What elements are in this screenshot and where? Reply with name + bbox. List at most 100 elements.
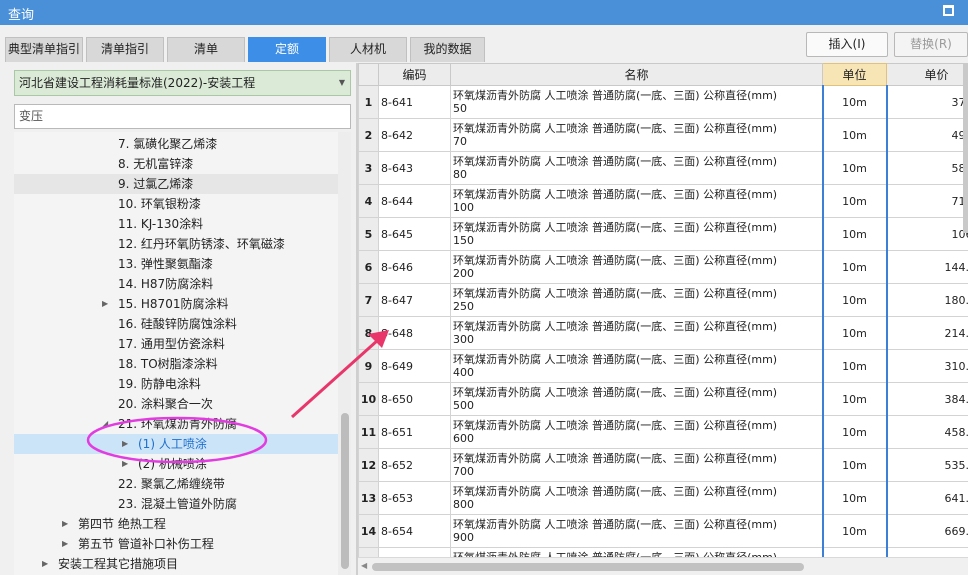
- grid-horizontal-scrollbar[interactable]: ◀: [358, 557, 968, 575]
- tree-node[interactable]: ▶ 第五节 管道补口补伤工程: [14, 534, 338, 554]
- table-row[interactable]: 2 8-642 环氧煤沥青外防腐 人工喷涂 普通防腐(一底、三面) 公称直径(mm)…: [358, 118, 968, 152]
- tree-scrollbar[interactable]: [338, 132, 351, 575]
- price-cell[interactable]: 384.86: [886, 382, 968, 416]
- unit-cell[interactable]: 10m: [821, 217, 888, 251]
- price-cell[interactable]: 49.75: [886, 118, 968, 152]
- code-cell[interactable]: 8-652: [378, 448, 451, 482]
- tree-node[interactable]: 23. 混凝土管道外防腐: [14, 494, 338, 514]
- name-cell[interactable]: 环氧煤沥青外防腐 人工喷涂 普通防腐(一底、三面) 公称直径(mm) 200: [450, 250, 823, 284]
- table-row[interactable]: 6 8-646 环氧煤沥青外防腐 人工喷涂 普通防腐(一底、三面) 公称直径(mm)…: [358, 250, 968, 284]
- code-cell[interactable]: 8-646: [378, 250, 451, 284]
- tree-scrollbar-thumb[interactable]: [341, 413, 349, 569]
- row-number-cell[interactable]: 3: [358, 151, 379, 185]
- unit-cell[interactable]: 10m: [821, 85, 888, 119]
- tree-node[interactable]: 18. TO树脂漆涂料: [14, 354, 338, 374]
- grid-scrollbar-thumb[interactable]: [372, 563, 804, 571]
- row-number-cell[interactable]: 2: [358, 118, 379, 152]
- table-row[interactable]: 1 8-641 环氧煤沥青外防腐 人工喷涂 普通防腐(一底、三面) 公称直径(mm)…: [358, 85, 968, 119]
- library-select[interactable]: 河北省建设工程消耗量标准(2022)-安装工程 ▼: [14, 70, 351, 96]
- tree-node[interactable]: 9. 过氯乙烯漆: [14, 174, 338, 194]
- name-header[interactable]: 名称: [450, 63, 823, 86]
- name-cell[interactable]: 环氧煤沥青外防腐 人工喷涂 普通防腐(一底、三面) 公称直径(mm) 50: [450, 85, 823, 119]
- tree-node[interactable]: 12. 红丹环氧防锈漆、环氧磁漆: [14, 234, 338, 254]
- tree-node-selected[interactable]: ▶ (1) 人工喷涂: [14, 434, 338, 454]
- name-cell[interactable]: 环氧煤沥青外防腐 人工喷涂 普通防腐(一底、三面) 公称直径(mm) 600: [450, 415, 823, 449]
- table-row[interactable]: 5 8-645 环氧煤沥青外防腐 人工喷涂 普通防腐(一底、三面) 公称直径(mm)…: [358, 217, 968, 251]
- code-cell[interactable]: 8-643: [378, 151, 451, 185]
- price-cell[interactable]: 106.8: [886, 217, 968, 251]
- code-cell[interactable]: 8-649: [378, 349, 451, 383]
- code-cell[interactable]: 8-648: [378, 316, 451, 350]
- table-row[interactable]: 14 8-654 环氧煤沥青外防腐 人工喷涂 普通防腐(一底、三面) 公称直径(mm…: [358, 514, 968, 548]
- table-row[interactable]: 4 8-644 环氧煤沥青外防腐 人工喷涂 普通防腐(一底、三面) 公称直径(mm)…: [358, 184, 968, 218]
- price-cell[interactable]: 144.21: [886, 250, 968, 284]
- expand-arrow-icon[interactable]: ▶: [62, 534, 72, 554]
- tab-my-data[interactable]: 我的数据: [410, 37, 485, 62]
- expand-arrow-icon[interactable]: ▶: [122, 434, 132, 454]
- price-cell[interactable]: 214.71: [886, 316, 968, 350]
- unit-cell[interactable]: 10m: [821, 250, 888, 284]
- row-number-cell[interactable]: 6: [358, 250, 379, 284]
- price-cell[interactable]: 669.71: [886, 514, 968, 548]
- name-cell[interactable]: 环氧煤沥青外防腐 人工喷涂 普通防腐(一底、三面) 公称直径(mm) 700: [450, 448, 823, 482]
- code-cell[interactable]: 8-647: [378, 283, 451, 317]
- code-cell[interactable]: 8-650: [378, 382, 451, 416]
- unit-cell[interactable]: 10m: [821, 481, 888, 515]
- name-cell[interactable]: 环氧煤沥青外防腐 人工喷涂 普通防腐(一底、三面) 公称直径(mm) 400: [450, 349, 823, 383]
- price-cell[interactable]: 71.59: [886, 184, 968, 218]
- tree-node[interactable]: ▶ (2) 机械喷涂: [14, 454, 338, 474]
- unit-cell[interactable]: 10m: [821, 151, 888, 185]
- tree-node[interactable]: 19. 防静电涂料: [14, 374, 338, 394]
- table-row[interactable]: 13 8-653 环氧煤沥青外防腐 人工喷涂 普通防腐(一底、三面) 公称直径(mm…: [358, 481, 968, 515]
- tree-node[interactable]: ▶ 安装工程其它措施项目: [14, 554, 338, 574]
- expand-arrow-icon[interactable]: ▶: [62, 514, 72, 534]
- unit-header[interactable]: 单位: [822, 63, 887, 86]
- row-number-cell[interactable]: 9: [358, 349, 379, 383]
- tab-typical-list-guide[interactable]: 典型清单指引: [5, 37, 83, 62]
- tree-node[interactable]: 7. 氯磺化聚乙烯漆: [14, 134, 338, 154]
- code-cell[interactable]: 8-641: [378, 85, 451, 119]
- tree-node[interactable]: 8. 无机富锌漆: [14, 154, 338, 174]
- name-cell[interactable]: 环氧煤沥青外防腐 人工喷涂 普通防腐(一底、三面) 公称直径(mm) 500: [450, 382, 823, 416]
- expand-arrow-icon[interactable]: ▶: [42, 554, 52, 574]
- table-row[interactable]: 7 8-647 环氧煤沥青外防腐 人工喷涂 普通防腐(一底、三面) 公称直径(mm)…: [358, 283, 968, 317]
- unit-cell[interactable]: 10m: [821, 118, 888, 152]
- tree-node[interactable]: ◢ 21. 环氧煤沥青外防腐: [14, 414, 338, 434]
- code-cell[interactable]: 8-654: [378, 514, 451, 548]
- code-cell[interactable]: 8-651: [378, 415, 451, 449]
- table-row[interactable]: 10 8-650 环氧煤沥青外防腐 人工喷涂 普通防腐(一底、三面) 公称直径(mm…: [358, 382, 968, 416]
- name-cell[interactable]: 环氧煤沥青外防腐 人工喷涂 普通防腐(一底、三面) 公称直径(mm) 250: [450, 283, 823, 317]
- tree-node[interactable]: 17. 通用型仿瓷涂料: [14, 334, 338, 354]
- row-number-cell[interactable]: 11: [358, 415, 379, 449]
- code-cell[interactable]: 8-645: [378, 217, 451, 251]
- price-cell[interactable]: 458.05: [886, 415, 968, 449]
- name-cell[interactable]: 环氧煤沥青外防腐 人工喷涂 普通防腐(一底、三面) 公称直径(mm) 900: [450, 514, 823, 548]
- row-number-cell[interactable]: 4: [358, 184, 379, 218]
- code-cell[interactable]: 8-642: [378, 118, 451, 152]
- tab-list[interactable]: 清单: [167, 37, 245, 62]
- price-cell[interactable]: 535.03: [886, 448, 968, 482]
- collapse-arrow-icon[interactable]: ◢: [102, 414, 112, 434]
- name-cell[interactable]: 环氧煤沥青外防腐 人工喷涂 普通防腐(一底、三面) 公称直径(mm) 150: [450, 217, 823, 251]
- name-cell[interactable]: 环氧煤沥青外防腐 人工喷涂 普通防腐(一底、三面) 公称直径(mm) 100: [450, 184, 823, 218]
- name-cell[interactable]: 环氧煤沥青外防腐 人工喷涂 普通防腐(一底、三面) 公称直径(mm) 300: [450, 316, 823, 350]
- row-number-cell[interactable]: 1: [358, 85, 379, 119]
- table-row[interactable]: 8 8-648 环氧煤沥青外防腐 人工喷涂 普通防腐(一底、三面) 公称直径(mm)…: [358, 316, 968, 350]
- price-cell[interactable]: 180.64: [886, 283, 968, 317]
- row-number-cell[interactable]: 13: [358, 481, 379, 515]
- code-cell[interactable]: 8-644: [378, 184, 451, 218]
- unit-cell[interactable]: 10m: [821, 184, 888, 218]
- table-row[interactable]: 9 8-649 环氧煤沥青外防腐 人工喷涂 普通防腐(一底、三面) 公称直径(mm)…: [358, 349, 968, 383]
- price-cell[interactable]: 641.74: [886, 481, 968, 515]
- unit-cell[interactable]: 10m: [821, 448, 888, 482]
- table-row[interactable]: 3 8-643 环氧煤沥青外防腐 人工喷涂 普通防腐(一底、三面) 公称直径(mm)…: [358, 151, 968, 185]
- insert-button[interactable]: 插入(I): [806, 32, 888, 57]
- replace-button[interactable]: 替换(R): [894, 32, 968, 57]
- unit-cell[interactable]: 10m: [821, 382, 888, 416]
- row-number-cell[interactable]: 8: [358, 316, 379, 350]
- tree-node[interactable]: 16. 硅酸锌防腐蚀涂料: [14, 314, 338, 334]
- row-number-cell[interactable]: 14: [358, 514, 379, 548]
- tab-labor-material-machine[interactable]: 人材机: [329, 37, 407, 62]
- tree-node[interactable]: ▶ 15. H8701防腐涂料: [14, 294, 338, 314]
- price-cell[interactable]: 58.22: [886, 151, 968, 185]
